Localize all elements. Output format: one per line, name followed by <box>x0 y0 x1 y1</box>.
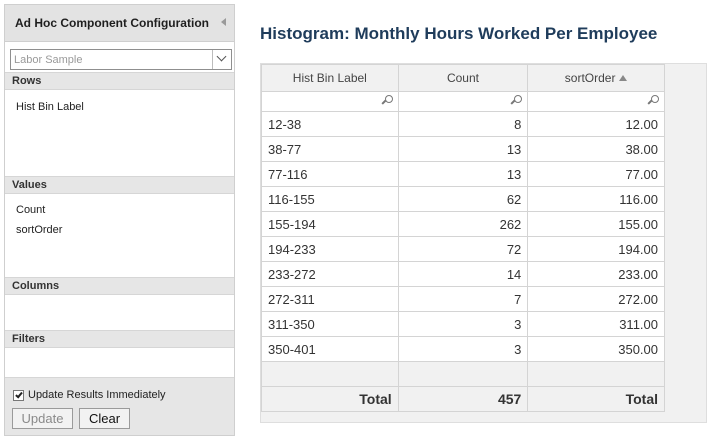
cell-count: 13 <box>397 136 529 162</box>
cell-hist-bin-label: 311-350 <box>261 311 399 337</box>
cell-hist-bin-label: 350-401 <box>261 336 399 362</box>
total-label: Total <box>261 386 399 412</box>
cell-sortorder: 272.00 <box>527 286 665 312</box>
panel-header: Ad Hoc Component Configuration <box>5 5 234 42</box>
cell-hist-bin-label: 116-155 <box>261 186 399 212</box>
collapse-left-icon[interactable] <box>221 18 226 26</box>
table-row[interactable]: 38-77 13 38.00 <box>261 136 665 162</box>
column-header-sortorder[interactable]: sortOrder <box>527 64 665 92</box>
total-row: Total 457 Total <box>261 386 665 412</box>
column-header-label: Count <box>446 71 479 85</box>
cell-sortorder: 233.00 <box>527 261 665 287</box>
filter-input[interactable] <box>528 92 664 111</box>
cell-count: 8 <box>397 111 529 137</box>
columns-section-header: Columns <box>5 277 234 295</box>
values-section-header: Values <box>5 176 234 194</box>
table-row[interactable]: 350-401 3 350.00 <box>261 336 665 362</box>
data-source-select[interactable]: Labor Sample <box>10 49 232 70</box>
cell-hist-bin-label: 38-77 <box>261 136 399 162</box>
cell-sortorder: 311.00 <box>527 311 665 337</box>
report-table-container: Hist Bin Label Count sortOrder 12-38 8 1… <box>260 63 707 423</box>
cell-sortorder: 116.00 <box>527 186 665 212</box>
update-controls: Update Results Immediately Update Clear <box>5 377 234 435</box>
dropdown-button[interactable] <box>212 50 231 69</box>
column-header-count[interactable]: Count <box>397 64 529 92</box>
cell-hist-bin-label: 155-194 <box>261 211 399 237</box>
update-immediately-label: Update Results Immediately <box>28 389 166 401</box>
table-row[interactable]: 311-350 3 311.00 <box>261 311 665 337</box>
filter-cell-hist-bin-label[interactable] <box>261 91 399 112</box>
checkmark-icon <box>15 390 23 398</box>
rows-item-hist-bin-label[interactable]: Hist Bin Label <box>16 101 84 113</box>
values-item-count[interactable]: Count <box>16 204 45 216</box>
filter-row <box>261 91 665 112</box>
search-icon <box>381 95 393 107</box>
table-row[interactable]: 12-38 8 12.00 <box>261 111 665 137</box>
cell-hist-bin-label: 12-38 <box>261 111 399 137</box>
column-header-label: sortOrder <box>564 71 616 85</box>
table-row[interactable]: 116-155 62 116.00 <box>261 186 665 212</box>
table-row[interactable]: 155-194 262 155.00 <box>261 211 665 237</box>
data-source-value: Labor Sample <box>14 53 83 66</box>
search-icon <box>647 95 659 107</box>
sort-ascending-icon <box>619 75 628 81</box>
cell-count: 13 <box>397 161 529 187</box>
filter-cell-sortorder[interactable] <box>527 91 665 112</box>
cell-count: 72 <box>397 236 529 262</box>
cell-hist-bin-label: 233-272 <box>261 261 399 287</box>
update-immediately-toggle[interactable]: Update Results Immediately <box>13 389 166 401</box>
cell-count: 14 <box>397 261 529 287</box>
report-title: Histogram: Monthly Hours Worked Per Empl… <box>260 24 658 43</box>
cell-count: 62 <box>397 186 529 212</box>
total-sortorder: Total <box>527 386 665 412</box>
cell-hist-bin-label: 77-116 <box>261 161 399 187</box>
table-row[interactable]: 272-311 7 272.00 <box>261 286 665 312</box>
filter-input[interactable] <box>398 92 528 111</box>
rows-section-header: Rows <box>5 72 234 90</box>
histogram-table: Hist Bin Label Count sortOrder 12-38 8 1… <box>261 64 665 412</box>
update-button[interactable]: Update <box>12 408 73 429</box>
table-row[interactable]: 194-233 72 194.00 <box>261 236 665 262</box>
cell-hist-bin-label: 272-311 <box>261 286 399 312</box>
filters-section-header: Filters <box>5 330 234 348</box>
cell-hist-bin-label: 194-233 <box>261 236 399 262</box>
cell-sortorder: 194.00 <box>527 236 665 262</box>
table-row[interactable]: 233-272 14 233.00 <box>261 261 665 287</box>
search-icon <box>510 95 523 107</box>
column-header-hist-bin-label[interactable]: Hist Bin Label <box>261 64 399 92</box>
config-panel: Ad Hoc Component Configuration Labor Sam… <box>4 4 235 436</box>
cell-count: 3 <box>397 311 529 337</box>
table-row[interactable]: 77-116 13 77.00 <box>261 161 665 187</box>
filter-cell-count[interactable] <box>397 91 529 112</box>
clear-button[interactable]: Clear <box>79 408 130 429</box>
cell-count: 7 <box>397 286 529 312</box>
cell-count: 262 <box>397 211 529 237</box>
cell-sortorder: 155.00 <box>527 211 665 237</box>
cell-sortorder: 77.00 <box>527 161 665 187</box>
header-row: Hist Bin Label Count sortOrder <box>261 64 665 92</box>
cell-count: 3 <box>397 336 529 362</box>
cell-sortorder: 12.00 <box>527 111 665 137</box>
panel-title: Ad Hoc Component Configuration <box>15 16 209 30</box>
spacer-row <box>261 361 665 387</box>
filter-input[interactable] <box>262 92 398 111</box>
total-count: 457 <box>397 386 529 412</box>
chevron-down-icon <box>216 51 227 62</box>
column-header-label: Hist Bin Label <box>292 71 367 85</box>
update-immediately-checkbox[interactable] <box>13 389 24 401</box>
cell-sortorder: 38.00 <box>527 136 665 162</box>
cell-sortorder: 350.00 <box>527 336 665 362</box>
values-item-sortorder[interactable]: sortOrder <box>16 224 62 236</box>
